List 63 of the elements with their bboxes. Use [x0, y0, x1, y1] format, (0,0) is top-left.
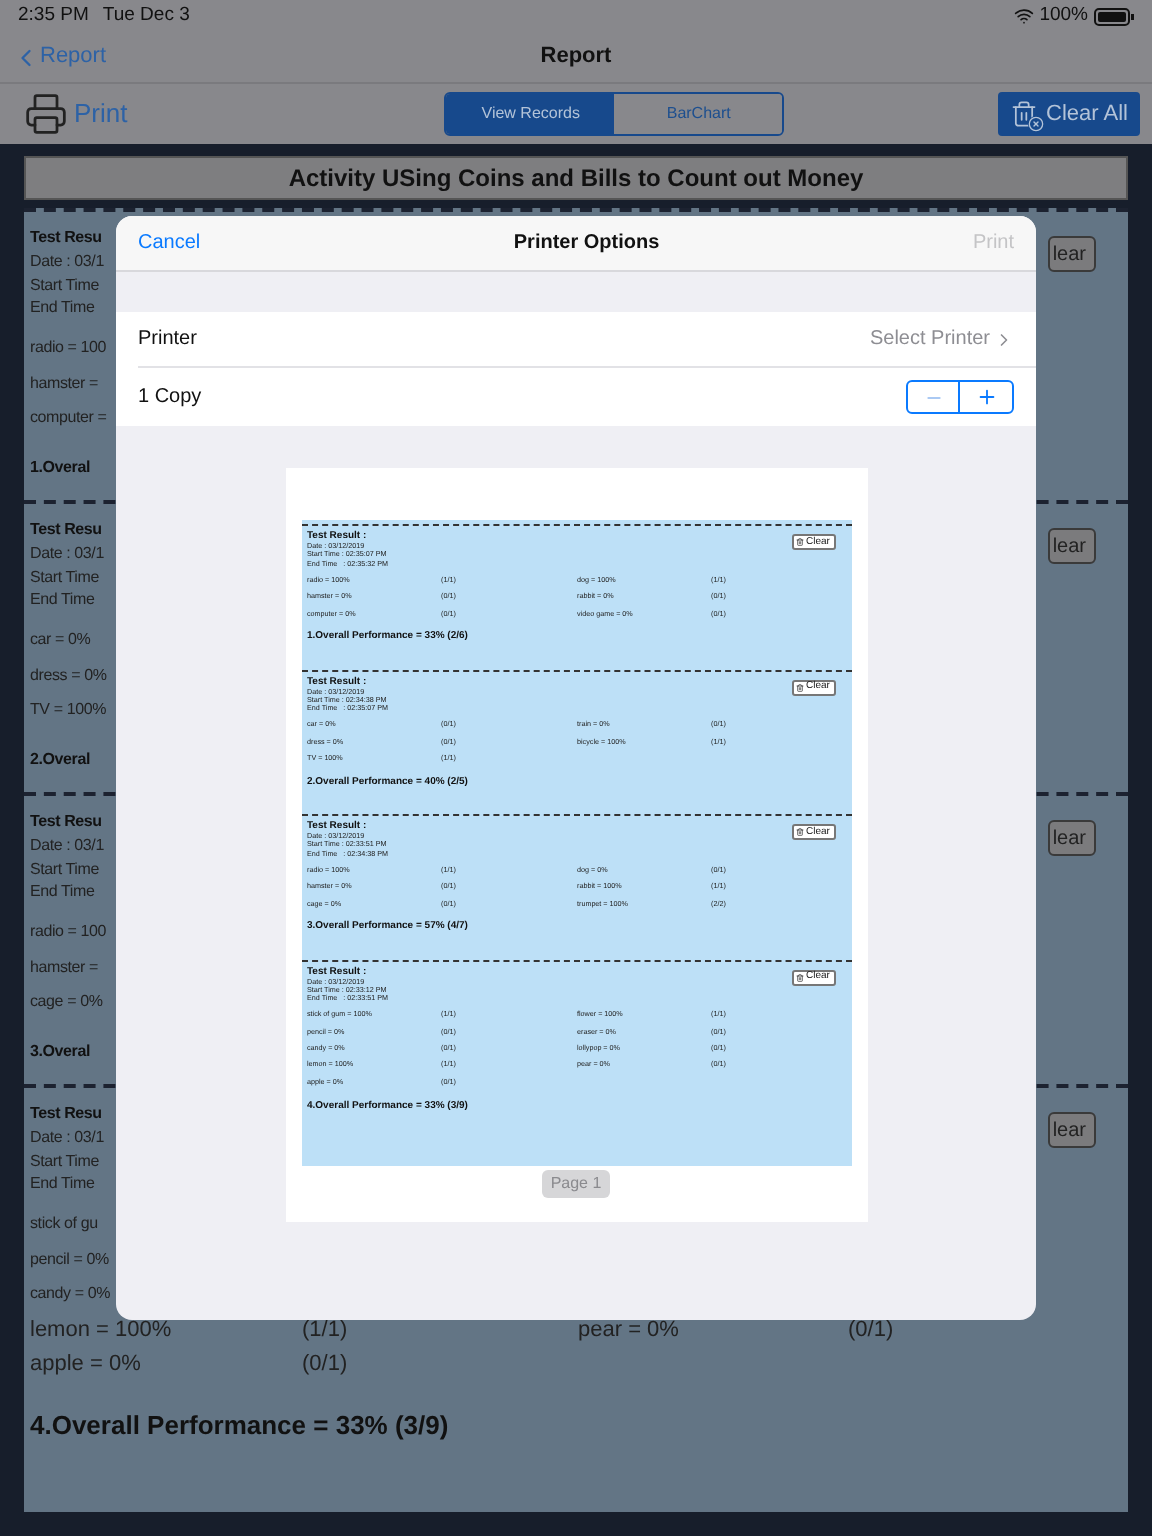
item-score: (1/1) — [302, 1315, 348, 1345]
page-label: Page 1 — [542, 1170, 610, 1198]
trash-icon — [796, 828, 805, 836]
item-score: hamster = — [30, 371, 98, 396]
item-score: pear = 0% — [578, 1315, 679, 1345]
dialog-title: Printer Options — [513, 230, 660, 258]
record-info: End Time — [30, 1172, 95, 1195]
cancel-button[interactable]: Cancel — [138, 228, 201, 258]
record-info: Start Time — [30, 1149, 99, 1172]
status-time: 2:35 PM — [18, 1, 89, 30]
item-score: radio = 100 — [30, 336, 107, 361]
record-title: Test Resu — [30, 810, 102, 834]
trash-icon — [796, 683, 805, 691]
item-score: (0/1) — [302, 1350, 348, 1380]
clear-button[interactable]: lear — [1048, 528, 1096, 564]
record-info: Start Time — [30, 273, 99, 296]
item-score: apple = 0% — [30, 1350, 141, 1380]
item-score: pencil = 0% — [30, 1247, 109, 1272]
overall-performance: 1.Overal — [30, 456, 90, 480]
record-title: Test Resu — [30, 1102, 102, 1126]
overall-performance: 4.Overall Performance = 33% (3/9) — [30, 1408, 449, 1444]
item-score: dress = 0% — [30, 663, 107, 688]
trash-icon — [796, 538, 805, 546]
record-info: Date : 03/1 — [30, 834, 104, 857]
overall-performance: 2.Overal — [30, 748, 90, 772]
record-info: Start Time — [30, 857, 99, 880]
item-score: computer = — [30, 406, 107, 431]
trash-icon — [1010, 98, 1043, 130]
record-title: Test Resu — [30, 518, 102, 542]
record-info: End Time — [30, 880, 95, 903]
item-score: cage = 0% — [30, 990, 103, 1015]
item-score: candy = 0% — [30, 1282, 111, 1307]
record-info: Date : 03/1 — [30, 542, 104, 565]
record-info: End Time — [30, 296, 95, 319]
item-score: lemon = 100% — [30, 1315, 172, 1345]
segment-tab[interactable]: View Records — [446, 94, 615, 134]
report-title: Activity USing Coins and Bills to Count out Money — [24, 156, 1128, 200]
battery-level: 100% — [1039, 1, 1088, 30]
wifi-icon — [1013, 6, 1034, 26]
record-info: Date : 03/1 — [30, 1126, 104, 1149]
printer-row[interactable]: Printer Select Printer — [138, 312, 1036, 368]
copies-label: 1 Copy — [138, 384, 202, 412]
record-info: Start Time — [30, 565, 99, 588]
item-score: car = 0% — [30, 628, 91, 653]
clear-button[interactable]: lear — [1048, 1112, 1096, 1148]
record-info: Date : 03/1 — [30, 250, 104, 273]
item-score: TV = 100% — [30, 698, 107, 723]
clear-button[interactable]: lear — [1048, 820, 1096, 856]
clear-button[interactable]: lear — [1048, 236, 1096, 272]
record-title: Test Resu — [30, 226, 102, 250]
item-score: radio = 100 — [30, 920, 107, 945]
item-score: stick of gu — [30, 1212, 98, 1237]
clear-all-button[interactable]: Clear All — [998, 92, 1140, 136]
item-score: hamster = — [30, 955, 98, 980]
overall-performance: 3.Overal — [30, 1040, 90, 1064]
plus-icon — [975, 386, 997, 408]
status-date: Tue Dec 3 — [102, 1, 190, 30]
trash-icon — [796, 973, 805, 981]
nav-title: Report — [540, 42, 612, 73]
record-info: End Time — [30, 588, 95, 611]
printer-icon — [24, 92, 68, 136]
item-score: (0/1) — [848, 1315, 894, 1345]
battery-icon — [1094, 7, 1134, 25]
